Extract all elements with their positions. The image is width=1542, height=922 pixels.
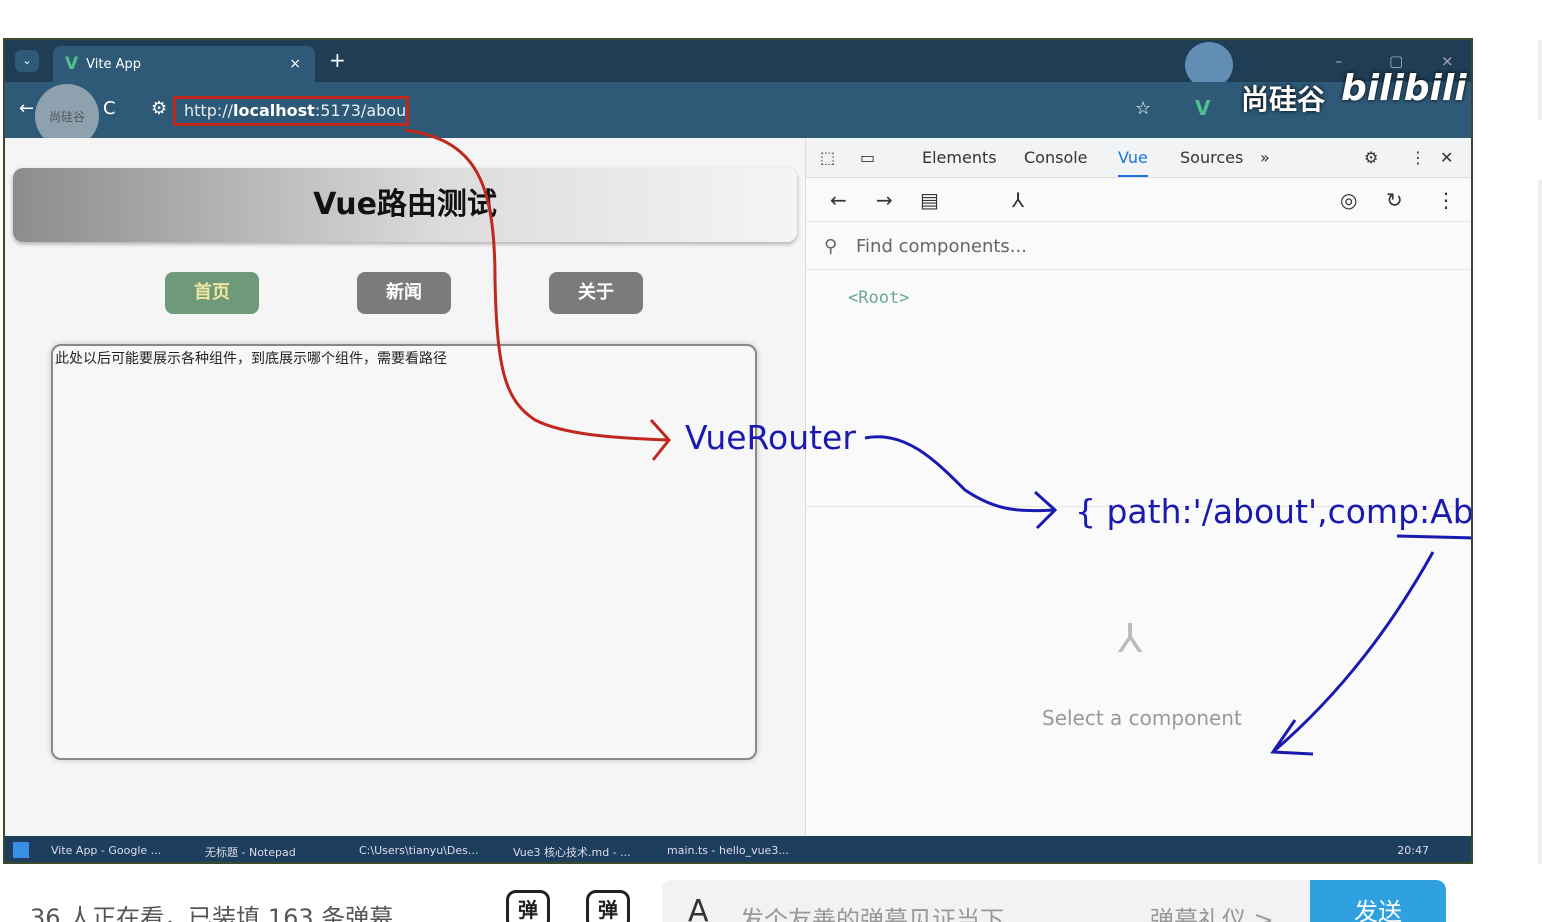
danmu-style-icon[interactable]: A	[688, 894, 709, 922]
screen: ⌄ V Vite App × + – ▢ × ← C ⚙ http://loca…	[0, 0, 1542, 922]
blue-arrow-2-path	[1272, 551, 1435, 754]
danmu-toggle-icon[interactable]: 弹	[506, 890, 550, 922]
annotation-route-object: { path:'/about',comp:Abou	[1075, 492, 1473, 531]
video-player[interactable]: ⌄ V Vite App × + – ▢ × ← C ⚙ http://loca…	[3, 38, 1473, 864]
danmu-input[interactable]: 发个友善的弹幕见证当下	[740, 900, 1004, 922]
viewer-count: 36 人正在看，已装填 163 条弹幕	[30, 904, 394, 922]
send-button[interactable]: 发送	[1310, 880, 1446, 922]
danmu-etiquette-link[interactable]: 弹幕礼仪 >	[1150, 900, 1274, 922]
right-panel-edge	[1538, 180, 1542, 880]
red-arrow-path	[404, 128, 668, 442]
annotation-vuerouter: VueRouter	[685, 418, 856, 457]
blue-underline	[1396, 534, 1471, 540]
danmu-input-box: A 发个友善的弹幕见证当下 弹幕礼仪 > 发送	[662, 880, 1446, 922]
blue-arrow-2-head	[1270, 719, 1314, 756]
right-panel-edge	[1538, 40, 1542, 120]
blue-arrow-1-path	[864, 435, 1056, 513]
danmu-settings-icon[interactable]: 弹	[586, 890, 630, 922]
video-bottom-bar: 36 人正在看，已装填 163 条弹幕 弹 弹 A 发个友善的弹幕见证当下 弹幕…	[0, 864, 1542, 922]
